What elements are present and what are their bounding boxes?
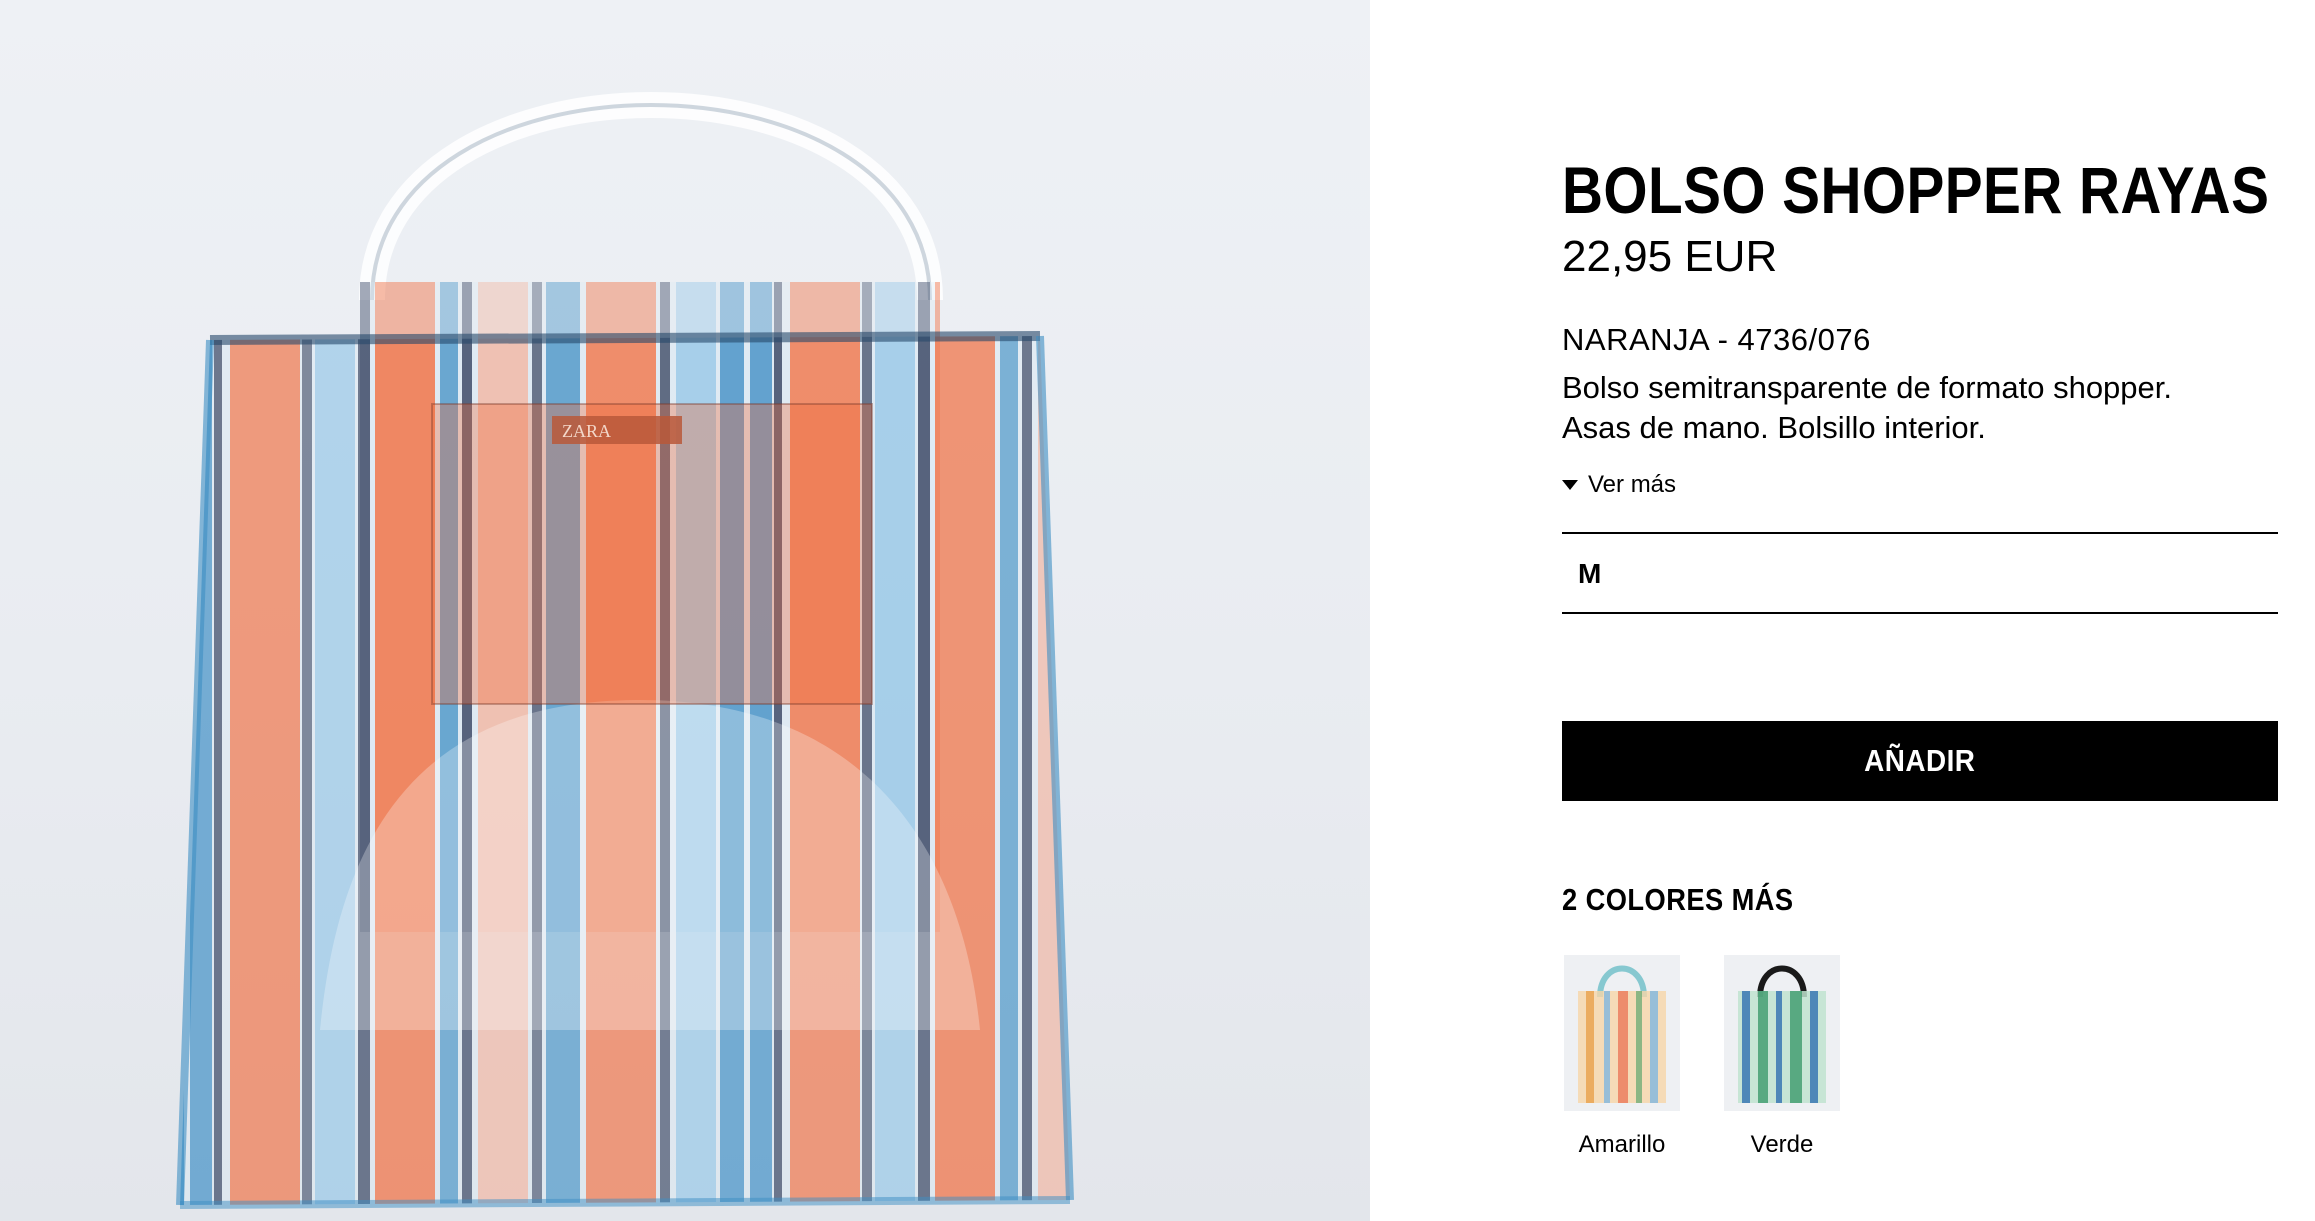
product-image[interactable]: ZARA	[0, 0, 1370, 1221]
color-reference: NARANJA - 4736/076	[1562, 322, 1871, 357]
description-line: Asas de mano. Bolsillo interior.	[1562, 410, 1986, 445]
color-label: Verde	[1750, 1131, 1814, 1158]
size-value: M	[1578, 558, 1602, 589]
ver-mas-toggle[interactable]: Ver más	[1562, 471, 1676, 499]
product-price: 22,95 EUR	[1562, 232, 1778, 281]
brand-label: ZARA	[562, 421, 611, 441]
size-selector[interactable]: M	[1562, 532, 2278, 614]
more-colors-heading: 2 COLORES MÁS	[1562, 882, 1794, 917]
add-button-label: AÑADIR	[1864, 743, 1976, 778]
verde-thumbnail	[1724, 955, 1840, 1111]
triangle-down-icon	[1562, 480, 1578, 490]
ver-mas-label: Ver más	[1588, 471, 1677, 498]
add-to-cart-button[interactable]: AÑADIR	[1562, 721, 2278, 801]
amarillo-thumbnail	[1564, 955, 1680, 1111]
description-line: Bolso semitransparente de formato shoppe…	[1562, 370, 2173, 405]
product-description: Bolso semitransparente de formato shoppe…	[1562, 368, 2278, 448]
bag-illustration: ZARA	[176, 92, 1074, 1209]
color-swatch-verde[interactable]: Verde	[1722, 955, 1842, 1159]
color-label: Amarillo	[1578, 1131, 1666, 1158]
product-title: BOLSO SHOPPER RAYAS	[1562, 153, 2270, 227]
color-swatch-amarillo[interactable]: Amarillo	[1562, 955, 1682, 1159]
